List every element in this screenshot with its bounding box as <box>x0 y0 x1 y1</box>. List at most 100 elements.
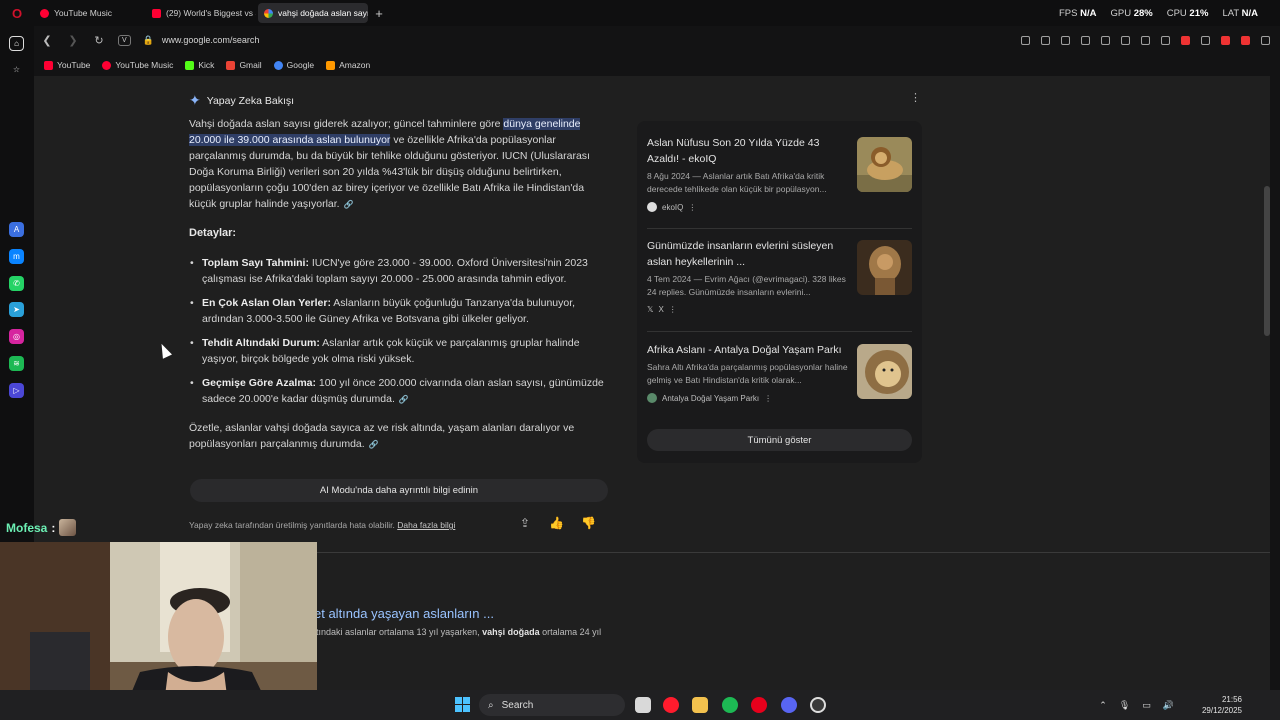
youtube-favicon-icon <box>152 8 161 18</box>
play-icon[interactable] <box>1081 35 1090 45</box>
list-item: Tehdit Altındaki Durum: Aslanlar artık ç… <box>190 335 614 367</box>
whatsapp-icon[interactable]: ✆ <box>9 276 24 291</box>
more-options-icon[interactable]: ⋮ <box>669 305 677 314</box>
address-bar: ❮ ❯ ↻ V 🔒 www.google.com/search <box>34 28 1280 52</box>
telegram-icon[interactable]: ➤ <box>9 302 24 317</box>
source-title[interactable]: Afrika Aslanı - Antalya Doğal Yaşam Park… <box>647 342 847 358</box>
site-favicon-icon <box>647 393 657 403</box>
bookmark-label: YouTube Music <box>115 60 174 70</box>
source-card[interactable]: Afrika Aslanı - Antalya Doğal Yaşam Park… <box>647 342 912 403</box>
new-tab-button[interactable]: + <box>370 6 388 21</box>
desktop: O YouTube Music (29) World's Biggest vs … <box>0 0 1280 720</box>
spotify-icon[interactable]: ≋ <box>9 356 24 371</box>
lock-icon[interactable]: 🔒 <box>143 35 154 46</box>
link-icon[interactable]: 🔗 <box>344 200 354 209</box>
link-icon[interactable]: 🔗 <box>399 395 409 404</box>
result-title-link[interactable]: et altında yaşayan aslanların ... <box>314 606 494 621</box>
opera-logo-icon[interactable]: O <box>0 0 34 26</box>
source-title[interactable]: Günümüzde insanların evlerini süsleyen a… <box>647 238 847 270</box>
chevron-up-icon[interactable]: ⌃ <box>1099 700 1107 711</box>
more-options-icon[interactable]: ⋮ <box>764 394 772 403</box>
back-icon[interactable]: ❮ <box>40 34 54 47</box>
bookmark-kick[interactable]: Kick <box>185 60 214 70</box>
instagram-icon[interactable]: ◎ <box>9 329 24 344</box>
download-icon[interactable] <box>1121 35 1130 45</box>
extension-red-icon[interactable] <box>1241 35 1250 45</box>
address-toolbar <box>1021 28 1270 52</box>
profile-icon[interactable] <box>1201 35 1210 45</box>
taskbar-clock[interactable]: 21:56 29/12/2025 <box>1202 694 1242 716</box>
bookmark-gmail[interactable]: Gmail <box>226 60 262 70</box>
spotify-taskbar-icon[interactable] <box>722 697 738 713</box>
url-field[interactable]: www.google.com/search <box>162 35 260 45</box>
camera-icon[interactable] <box>1041 35 1050 45</box>
kick-icon <box>185 60 195 70</box>
messenger-icon[interactable]: m <box>9 249 24 264</box>
more-options-icon[interactable]: ⋮ <box>910 91 921 104</box>
file-explorer-icon[interactable] <box>692 697 708 713</box>
source-title[interactable]: Aslan Nüfusu Son 20 Yılda Yüzde 43 Azald… <box>647 135 847 167</box>
gpu-stat: GPU 28% <box>1110 8 1152 19</box>
bookmark-icon[interactable]: ☆ <box>9 62 24 77</box>
recorder-icon[interactable] <box>1181 35 1190 45</box>
taskbar-search[interactable]: ⌕ Search <box>479 694 625 716</box>
lion-thumbnail[interactable] <box>857 137 912 192</box>
menu-icon[interactable] <box>1261 35 1270 45</box>
bullet-label: Tehdit Altındaki Durum: <box>202 337 320 349</box>
microphone-icon[interactable]: 🎙 <box>1119 700 1130 711</box>
home-icon[interactable]: ⌂ <box>9 36 24 51</box>
site-name: Antalya Doğal Yaşam Parkı <box>662 393 760 403</box>
lion-statue-thumbnail[interactable] <box>857 240 912 295</box>
chat-username: Mofesa <box>6 520 48 535</box>
extensions-icon[interactable] <box>1061 35 1070 45</box>
thumbs-up-icon[interactable]: 👍 <box>549 516 564 530</box>
bookmark-youtube[interactable]: YouTube <box>44 60 90 70</box>
scrollbar[interactable] <box>1264 186 1270 336</box>
vpn-badge[interactable]: V <box>118 34 131 46</box>
bookmark-youtube-music[interactable]: YouTube Music <box>102 60 173 70</box>
task-view-icon[interactable] <box>635 697 651 713</box>
gpu-value: 28% <box>1133 7 1153 19</box>
discord-icon[interactable] <box>781 697 797 713</box>
windows-start-icon[interactable] <box>455 697 470 712</box>
link-icon[interactable]: 🔗 <box>369 440 379 449</box>
lion-closeup-thumbnail[interactable] <box>857 344 912 399</box>
heart-icon[interactable] <box>1101 35 1110 45</box>
bookmark-label: YouTube <box>57 60 91 70</box>
search-icon: ⌕ <box>488 699 494 711</box>
wallet-icon[interactable] <box>1161 35 1170 45</box>
youtube-music-favicon-icon <box>40 8 49 18</box>
tab-youtube-video[interactable]: (29) World's Biggest vs Sm <box>146 3 256 23</box>
more-options-icon[interactable]: ⋮ <box>688 203 696 212</box>
source-site: ekoIQ ⋮ <box>647 202 912 212</box>
player-icon[interactable]: ▷ <box>9 383 24 398</box>
amazon-icon <box>326 60 336 70</box>
share-icon[interactable]: ⇪ <box>520 516 530 530</box>
show-all-button[interactable]: Tümünü göster <box>647 429 912 451</box>
fps-stat: FPS N/A <box>1059 8 1097 19</box>
volume-icon[interactable]: 🔊 <box>1163 700 1174 711</box>
source-card[interactable]: Günümüzde insanların evlerini süsleyen a… <box>647 238 912 314</box>
easy-setup-icon[interactable] <box>1141 35 1150 45</box>
thumbs-down-icon[interactable]: 👎 <box>581 516 596 530</box>
ai-mode-button[interactable]: AI Modu'nda daha ayrıntılı bilgi edinin <box>190 479 608 502</box>
tab-google-search[interactable]: vahşi doğada aslan sayısı ✕ <box>258 3 368 23</box>
opera-taskbar-icon[interactable] <box>751 697 767 713</box>
settings-icon[interactable] <box>810 697 826 713</box>
network-icon[interactable]: ▭ <box>1142 700 1151 711</box>
tab-youtube-music[interactable]: YouTube Music <box>34 3 144 23</box>
bookmark-google[interactable]: Google <box>273 60 314 70</box>
forward-icon[interactable]: ❯ <box>66 34 80 47</box>
source-card[interactable]: Aslan Nüfusu Son 20 Yılda Yüzde 43 Azald… <box>647 135 912 212</box>
tab-label: vahşi doğada aslan sayısı <box>278 8 368 18</box>
adblock-icon[interactable] <box>1221 35 1230 45</box>
fps-label: FPS <box>1058 7 1078 19</box>
ai-overview-title: Yapay Zeka Bakışı <box>206 94 295 107</box>
aria-ai-icon[interactable]: A <box>9 222 24 237</box>
bookmark-amazon[interactable]: Amazon <box>326 60 370 70</box>
opera-gx-icon[interactable] <box>663 697 679 713</box>
lat-label: LAT <box>1222 7 1239 19</box>
learn-more-link[interactable]: Daha fazla bilgi <box>397 520 455 530</box>
edit-icon[interactable] <box>1021 35 1030 45</box>
reload-icon[interactable]: ↻ <box>92 34 106 47</box>
